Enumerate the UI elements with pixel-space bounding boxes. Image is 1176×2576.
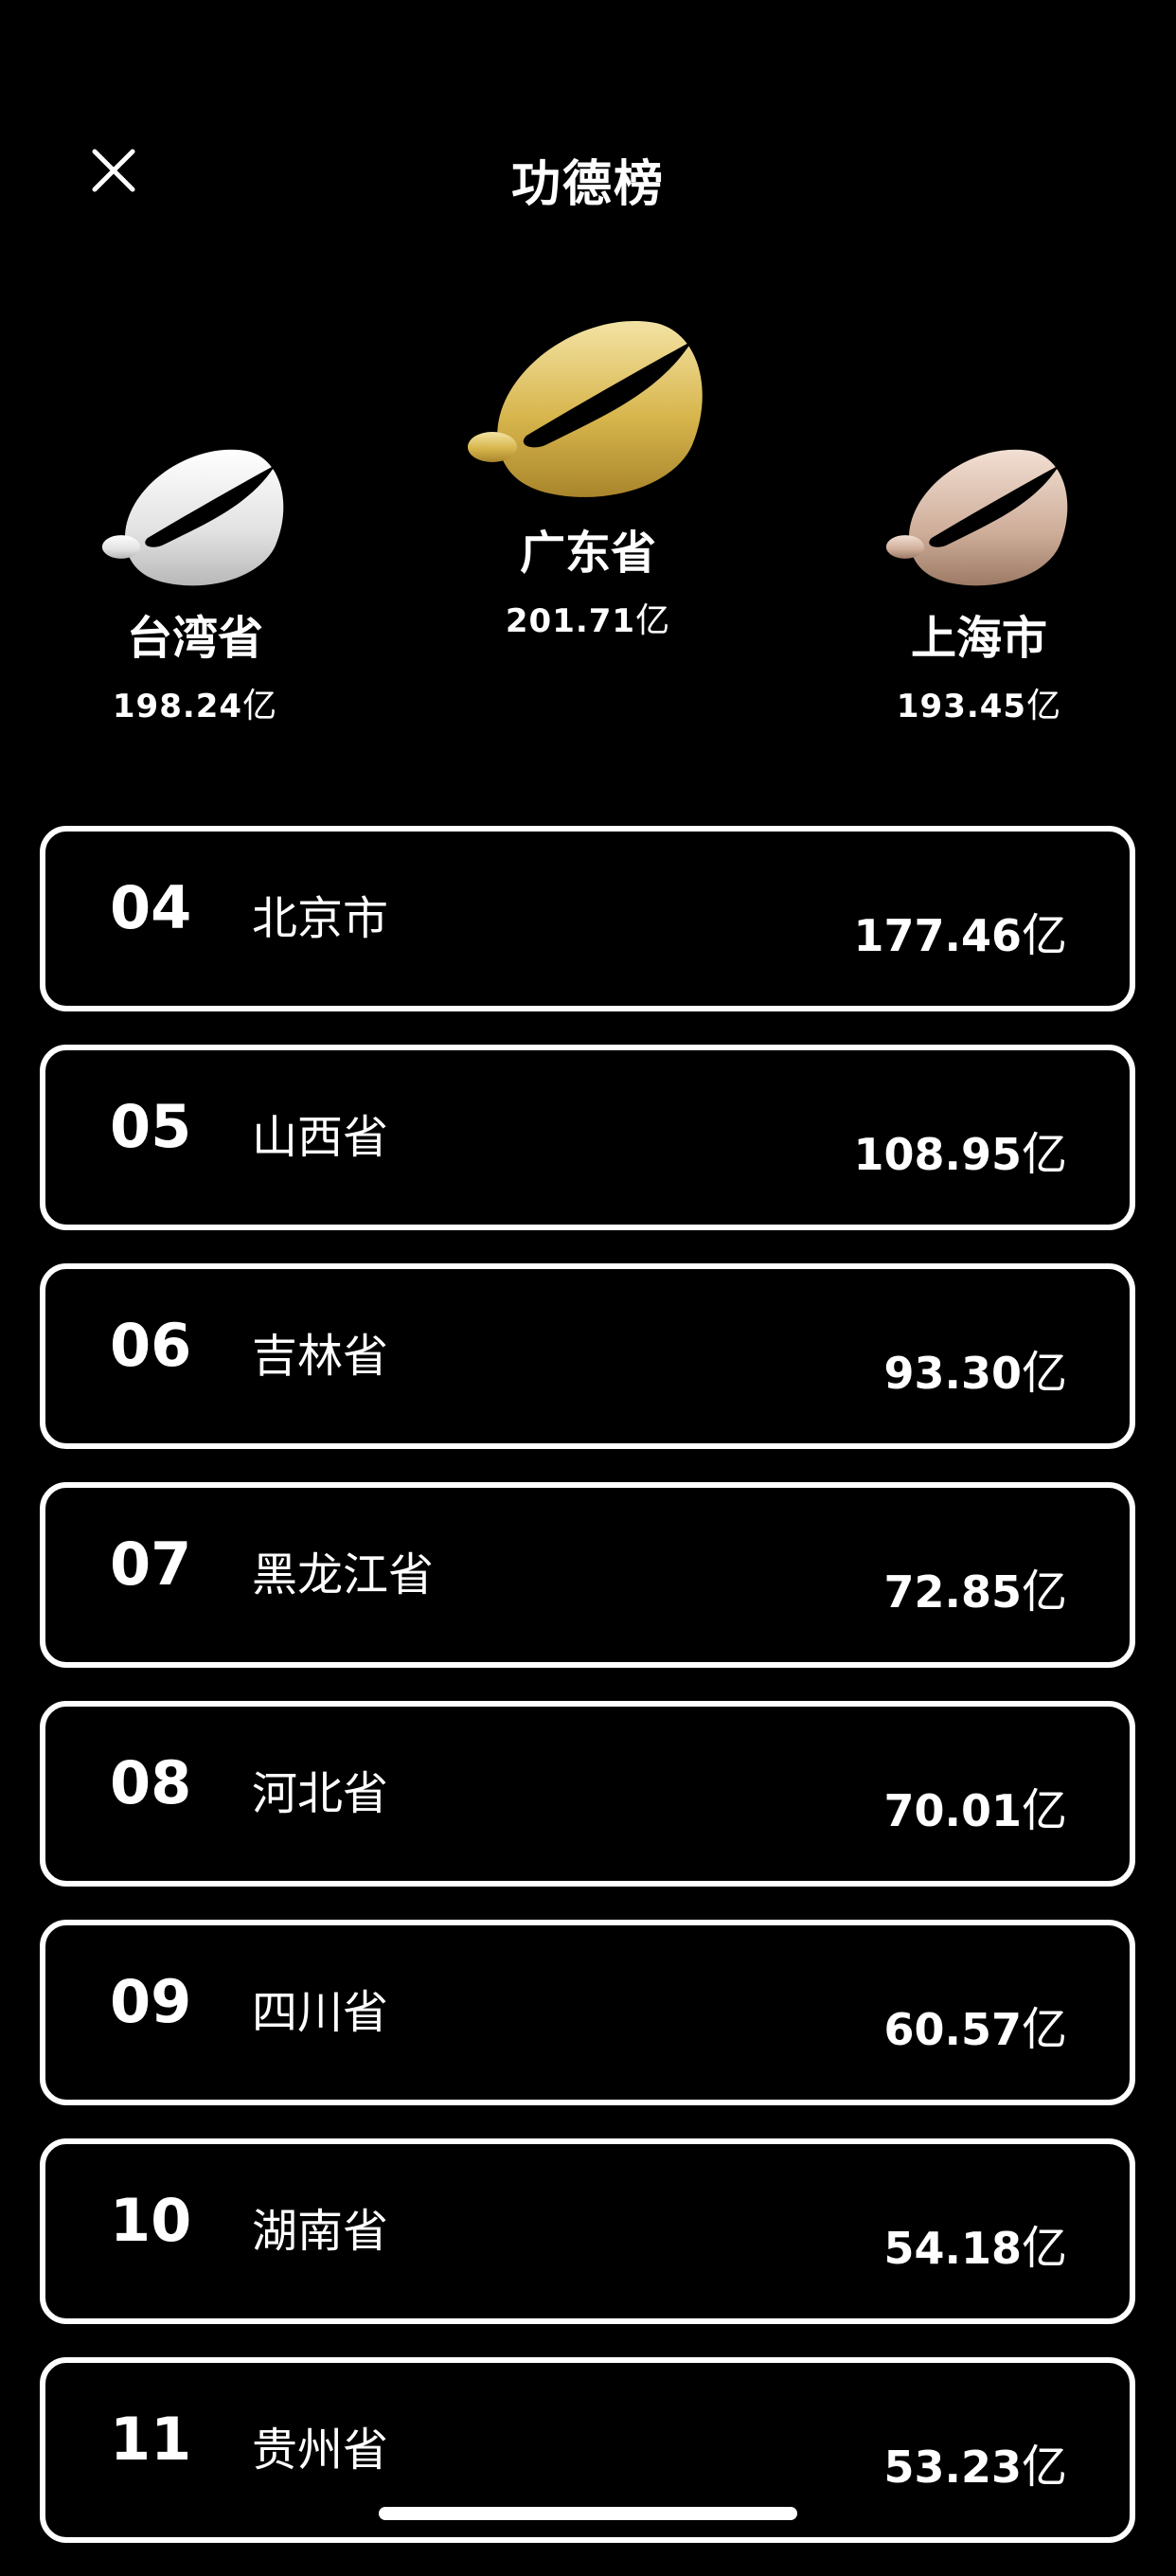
rank-number: 04 (110, 873, 192, 942)
ranking-row[interactable]: 09 四川省 60.57亿 (40, 1920, 1135, 2105)
ranking-row[interactable]: 07 黑龙江省 72.85亿 (40, 1482, 1135, 1668)
ranking-row[interactable]: 05 山西省 108.95亿 (40, 1045, 1135, 1230)
province-name: 四川省 (252, 1986, 389, 2039)
podium-first-place[interactable]: 广东省 201.71亿 (446, 303, 730, 642)
province-name: 黑龙江省 (252, 1548, 435, 1601)
merit-score: 54.18亿 (883, 2222, 1067, 2275)
province-name: 河北省 (252, 1767, 389, 1820)
ranking-list: 04 北京市 177.46亿 05 山西省 108.95亿 06 吉林省 93.… (40, 826, 1135, 2576)
podium-first-name: 广东省 (519, 527, 656, 580)
rank-number: 05 (110, 1092, 192, 1161)
merit-score: 93.30亿 (883, 1347, 1067, 1400)
podium-first-score: 201.71亿 (505, 601, 671, 640)
wooden-fish-gold-icon (468, 321, 703, 497)
ranking-row[interactable]: 10 湖南省 54.18亿 (40, 2138, 1135, 2324)
province-name: 湖南省 (252, 2205, 389, 2258)
ranking-row[interactable]: 04 北京市 177.46亿 (40, 826, 1135, 1011)
ranking-row[interactable]: 06 吉林省 93.30亿 (40, 1263, 1135, 1449)
podium-second-name: 台湾省 (126, 612, 263, 665)
province-name: 山西省 (252, 1111, 389, 1164)
podium-third-place[interactable]: 上海市 193.45亿 (837, 436, 1121, 727)
merit-score: 53.23亿 (883, 2441, 1067, 2494)
rank-number: 08 (110, 1748, 192, 1817)
merit-score: 108.95亿 (853, 1128, 1067, 1181)
province-name: 吉林省 (252, 1330, 389, 1383)
merit-score: 70.01亿 (883, 1784, 1067, 1837)
rank-number: 07 (110, 1530, 192, 1599)
rank-number: 09 (110, 1967, 192, 2036)
wooden-fish-silver-icon (101, 449, 284, 586)
rank-number: 06 (110, 1311, 192, 1380)
podium-second-score: 198.24亿 (112, 687, 278, 725)
podium-second-place[interactable]: 台湾省 198.24亿 (53, 436, 337, 727)
podium-third-name: 上海市 (910, 612, 1047, 665)
merit-score: 177.46亿 (853, 909, 1067, 962)
merit-score: 72.85亿 (883, 1565, 1067, 1619)
merit-score: 60.57亿 (883, 2003, 1067, 2056)
podium-third-score: 193.45亿 (896, 687, 1062, 725)
page-title: 功德榜 (510, 156, 665, 213)
ranking-row[interactable]: 08 河北省 70.01亿 (40, 1701, 1135, 1887)
rank-number: 10 (110, 2186, 192, 2255)
rank-number: 11 (110, 2405, 192, 2474)
province-name: 贵州省 (252, 2424, 389, 2477)
home-indicator[interactable] (379, 2507, 797, 2520)
province-name: 北京市 (252, 892, 389, 945)
wooden-fish-bronze-icon (885, 449, 1068, 586)
